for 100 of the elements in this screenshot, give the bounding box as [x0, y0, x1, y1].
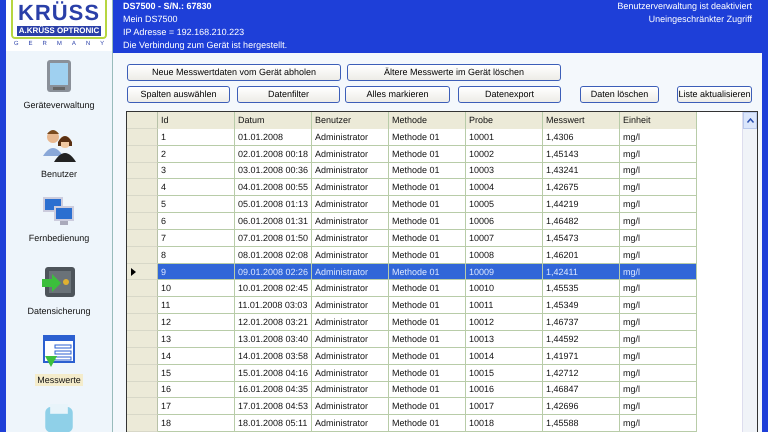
table-cell: 04.01.2008 00:55 [235, 179, 312, 196]
action-button[interactable]: Liste aktualisieren [677, 86, 752, 102]
action-button[interactable]: Ältere Messwerte im Gerät löschen [347, 64, 561, 80]
table-cell: 12 [158, 314, 235, 331]
table-cell: 11 [158, 297, 235, 314]
table-cell: 10011 [466, 297, 543, 314]
table-cell: mg/l [620, 246, 697, 264]
table-cell: mg/l [620, 398, 697, 416]
row-header[interactable] [127, 264, 158, 280]
table-cell: 10018 [466, 415, 543, 432]
table-cell: 16 [158, 382, 235, 398]
table-cell: Methode 01 [389, 196, 466, 214]
table-cell: 10015 [466, 364, 543, 382]
sidebar-item[interactable]: Fernbedienung [26, 232, 92, 244]
table-cell: Administrator [312, 196, 389, 214]
table-cell: 4 [158, 179, 235, 196]
table-cell: 1,45473 [543, 230, 620, 247]
action-button[interactable]: Spalten auswählen [127, 86, 230, 102]
table-cell: 1,44592 [543, 330, 620, 348]
table-cell: 10008 [466, 246, 543, 264]
scroll-up-button[interactable] [743, 112, 757, 129]
table-cell: 1,42675 [543, 179, 620, 196]
column-header[interactable]: Messwert [543, 112, 620, 129]
column-header[interactable]: Benutzer [312, 112, 389, 129]
table-cell: Methode 01 [389, 280, 466, 298]
table-cell: 10004 [466, 179, 543, 196]
table-cell: 6 [158, 213, 235, 230]
table-cell: mg/l [620, 146, 697, 163]
column-header[interactable]: Datum [235, 112, 312, 129]
scrollbar[interactable] [742, 112, 757, 432]
table-cell: 18.01.2008 05:11 [235, 415, 312, 432]
table-cell: Administrator [312, 213, 389, 230]
table-cell: Administrator [312, 179, 389, 196]
table-cell: Administrator [312, 382, 389, 398]
row-header [127, 112, 158, 129]
sidebar-item[interactable]: Benutzer [38, 168, 80, 180]
table-cell: 13.01.2008 03:40 [235, 330, 312, 348]
table-cell: 11.01.2008 03:03 [235, 297, 312, 314]
table-cell: Administrator [312, 128, 389, 146]
table-cell: 05.01.2008 01:13 [235, 196, 312, 214]
table-cell: Methode 01 [389, 330, 466, 348]
table-cell: Methode 01 [389, 264, 466, 280]
table-cell: 08.01.2008 02:08 [235, 246, 312, 264]
table-cell: 10009 [466, 264, 543, 280]
table-cell: mg/l [620, 314, 697, 331]
sidebar-item[interactable]: Messwerte [35, 374, 83, 386]
table-cell: 10007 [466, 230, 543, 247]
table-cell: Methode 01 [389, 128, 466, 146]
table-cell: mg/l [620, 213, 697, 230]
table-cell: 1,45588 [543, 415, 620, 432]
table-cell: mg/l [620, 348, 697, 365]
table-cell: Methode 01 [389, 162, 466, 180]
table-cell: 03.01.2008 00:36 [235, 162, 312, 180]
action-button[interactable]: Datenfilter [237, 86, 340, 102]
sidebar-item[interactable]: Datensicherung [25, 305, 93, 318]
table-cell: 1,42712 [543, 364, 620, 382]
column-header[interactable]: Id [158, 112, 235, 129]
table-cell: Methode 01 [389, 415, 466, 432]
table-cell: Administrator [312, 146, 389, 163]
list-icon [42, 334, 76, 368]
action-button[interactable]: Datenexport [458, 86, 561, 102]
action-button[interactable]: Neue Messwertdaten vom Gerät abholen [127, 64, 341, 80]
table-cell: 06.01.2008 01:31 [235, 213, 312, 230]
table-cell: mg/l [620, 415, 697, 432]
table-cell: 15 [158, 364, 235, 382]
table-cell: 5 [158, 196, 235, 214]
user-admin-status: Benutzerverwaltung ist deaktiviert [617, 1, 752, 12]
column-header[interactable]: Methode [389, 112, 466, 129]
table-cell: Administrator [312, 348, 389, 365]
table-cell: 10002 [466, 146, 543, 163]
table-cell: 2 [158, 146, 235, 163]
table-cell: Methode 01 [389, 398, 466, 416]
table-cell: 17 [158, 398, 235, 416]
sidebar-item[interactable]: Geräteverwaltung [21, 98, 97, 111]
table-cell: 1,45535 [543, 280, 620, 298]
logo-brand: KRÜSS [18, 0, 100, 26]
table-cell: mg/l [620, 264, 697, 280]
table-cell: Methode 01 [389, 246, 466, 264]
table-cell: Methode 01 [389, 314, 466, 331]
column-header[interactable]: Einheit [620, 112, 697, 129]
table-cell: 12.01.2008 03:21 [235, 314, 312, 331]
table-cell: mg/l [620, 196, 697, 214]
column-header[interactable]: Probe [466, 112, 543, 129]
table-cell: Administrator [312, 264, 389, 280]
action-button[interactable]: Alles markieren [345, 86, 450, 102]
table-cell: 10017 [466, 398, 543, 416]
table-cell: Methode 01 [389, 179, 466, 196]
table-cell: 1 [158, 128, 235, 146]
table-cell: Methode 01 [389, 348, 466, 365]
table-cell: Methode 01 [389, 297, 466, 314]
table-cell: Administrator [312, 398, 389, 416]
table-cell: 7 [158, 230, 235, 247]
action-button[interactable]: Daten löschen [580, 86, 659, 102]
table-cell: 10006 [466, 213, 543, 230]
table-cell: 09.01.2008 02:26 [235, 264, 312, 280]
table-cell: Administrator [312, 246, 389, 264]
table-cell: mg/l [620, 162, 697, 180]
table-cell: 13 [158, 330, 235, 348]
table-cell: 10014 [466, 348, 543, 365]
table-cell: 01.01.2008 [235, 128, 312, 146]
